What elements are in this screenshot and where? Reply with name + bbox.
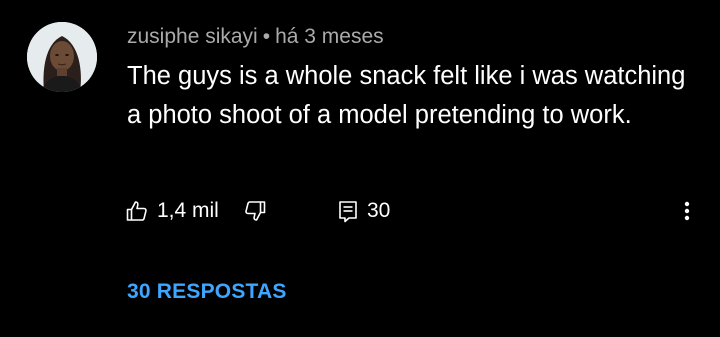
like-button[interactable]: 1,4 mil bbox=[125, 196, 219, 226]
reply-count: 30 bbox=[367, 199, 391, 222]
comment-text: The guys is a whole snack felt like i wa… bbox=[127, 62, 686, 129]
thumbs-down-icon bbox=[243, 199, 267, 223]
separator-dot: • bbox=[262, 25, 271, 48]
more-options-button[interactable] bbox=[675, 196, 699, 226]
comment-actions: 1,4 mil 30 bbox=[125, 196, 705, 226]
view-replies-button[interactable]: 30 RESPOSTAS bbox=[127, 279, 287, 305]
more-vertical-icon bbox=[684, 199, 690, 223]
author-name[interactable]: zusiphe sikayi bbox=[127, 25, 258, 48]
thumbs-up-icon bbox=[125, 199, 149, 223]
avatar[interactable] bbox=[27, 22, 97, 92]
dislike-button[interactable] bbox=[243, 196, 267, 226]
comment-item: zusiphe sikayi • há 3 meses The guys is a … bbox=[0, 0, 720, 337]
like-count: 1,4 mil bbox=[157, 199, 219, 222]
reply-button[interactable]: 30 bbox=[337, 196, 390, 226]
avatar-image bbox=[27, 22, 97, 92]
comment-header: zusiphe sikayi • há 3 meses bbox=[127, 24, 384, 50]
comment-timestamp: há 3 meses bbox=[275, 25, 384, 48]
reply-comment-icon bbox=[337, 199, 359, 223]
